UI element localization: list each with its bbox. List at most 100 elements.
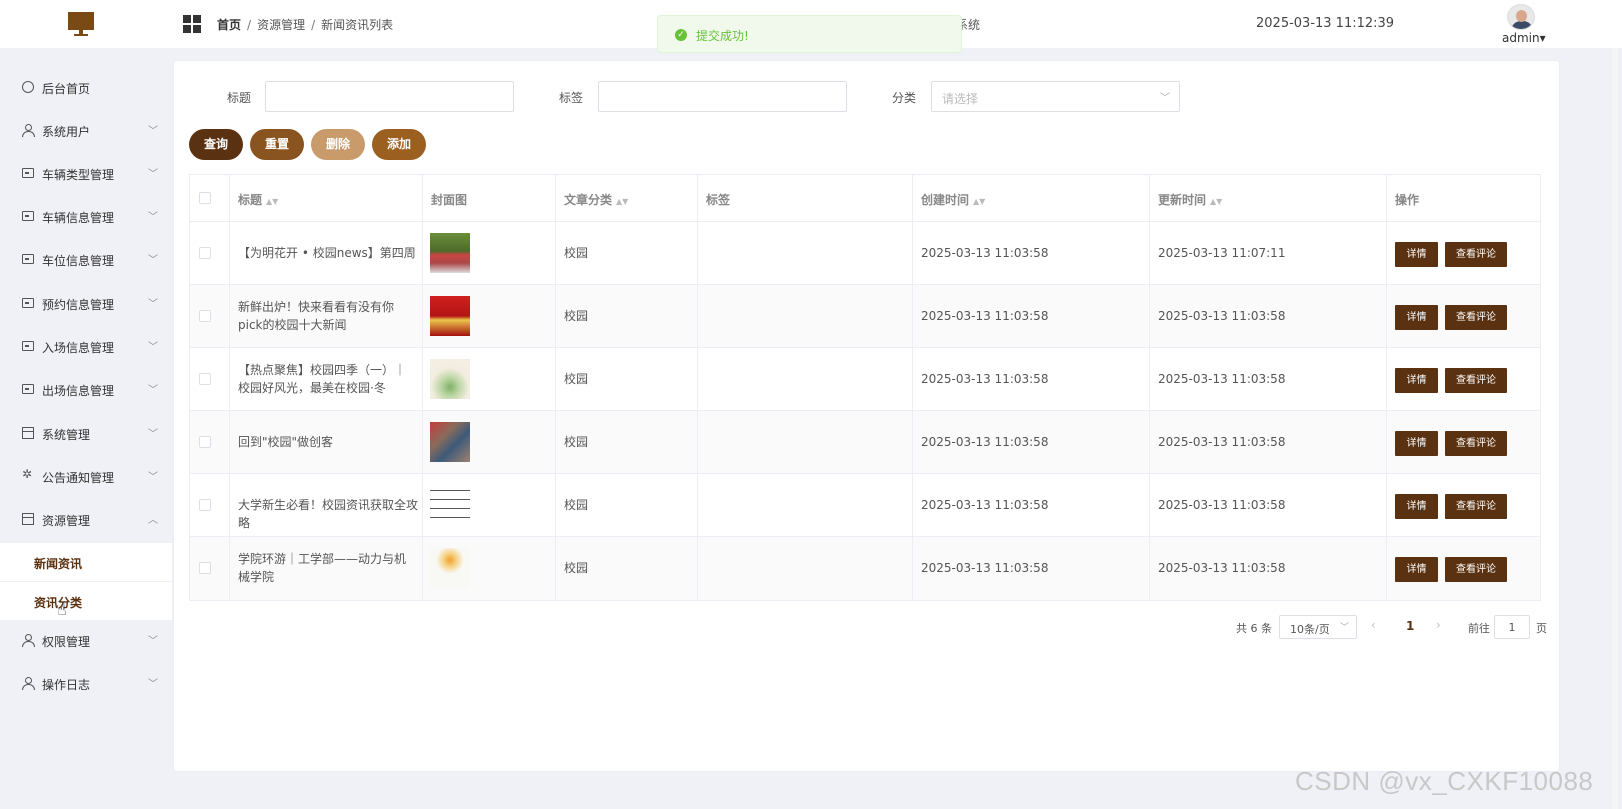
row-category: 校园 <box>564 435 589 449</box>
row-updated: 2025-03-13 11:03:58 <box>1158 435 1286 449</box>
row-checkbox[interactable] <box>199 562 211 574</box>
delete-button[interactable]: 删除 <box>311 129 365 160</box>
row-checkbox[interactable] <box>199 499 211 511</box>
sidebar-item-system-users[interactable]: 系统用户 ﹀ <box>0 109 172 153</box>
sidebar-subitem-news-category[interactable]: 资讯分类 <box>0 582 172 620</box>
col-category[interactable]: 文章分类 ▲▼ <box>564 191 628 208</box>
view-comments-button[interactable]: 查看评论 <box>1445 242 1507 267</box>
sidebar-subitem-news[interactable]: 新闻资讯 <box>0 543 172 581</box>
chevron-down-icon: ﹀ <box>148 679 158 690</box>
sidebar-item-resources[interactable]: 资源管理 ︿ <box>0 498 172 542</box>
sidebar-item-entry[interactable]: 入场信息管理 ﹀ <box>0 325 172 369</box>
sidebar-item-label: 后台首页 <box>42 82 91 96</box>
next-page-icon[interactable]: › <box>1436 618 1441 632</box>
row-created: 2025-03-13 11:03:58 <box>921 309 1049 323</box>
sort-icon: ▲▼ <box>1210 197 1223 206</box>
sidebar-item-permissions[interactable]: 权限管理 ﹀ <box>0 619 172 663</box>
sidebar: 后台首页 系统用户 ﹀ 车辆类型管理 ﹀ 车辆信息管理 ﹀ 车位信息管理 ﹀ 预… <box>0 48 172 809</box>
category-select-placeholder: 请选择 <box>942 92 979 106</box>
add-button[interactable]: 添加 <box>372 129 426 160</box>
sidebar-item-label: 车位信息管理 <box>42 254 115 268</box>
detail-button[interactable]: 详情 <box>1395 431 1438 456</box>
page-suffix: 页 <box>1536 622 1547 635</box>
card-icon <box>22 168 34 178</box>
chevron-down-icon: ﹀ <box>148 472 158 483</box>
page-size-select[interactable]: 10条/页 ﹀ <box>1279 615 1357 639</box>
row-updated: 2025-03-13 11:03:58 <box>1158 561 1286 575</box>
tag-filter-input[interactable] <box>598 81 847 112</box>
chevron-down-icon: ﹀ <box>148 385 158 396</box>
row-checkbox[interactable] <box>199 436 211 448</box>
sidebar-item-vehicle-info[interactable]: 车辆信息管理 ﹀ <box>0 195 172 239</box>
detail-button[interactable]: 详情 <box>1395 368 1438 393</box>
sidebar-item-exit[interactable]: 出场信息管理 ﹀ <box>0 368 172 412</box>
view-comments-button[interactable]: 查看评论 <box>1445 494 1507 519</box>
select-all-checkbox[interactable] <box>199 192 211 204</box>
row-title: 学院环游｜工学部——动力与机械学院 <box>238 552 407 584</box>
col-title[interactable]: 标题 ▲▼ <box>238 191 278 208</box>
check-circle-icon: ✓ <box>675 29 687 41</box>
row-checkbox[interactable] <box>199 247 211 259</box>
table-row: 新鲜出炉！快来看看有没有你pick的校园十大新闻 校园 2025-03-13 1… <box>190 285 1540 348</box>
cover-image <box>430 485 470 525</box>
view-comments-button[interactable]: 查看评论 <box>1445 305 1507 330</box>
sidebar-item-label: 公告通知管理 <box>42 471 115 485</box>
detail-button[interactable]: 详情 <box>1395 242 1438 267</box>
title-filter-input[interactable] <box>265 81 514 112</box>
chevron-down-icon: ﹀ <box>148 636 158 647</box>
page-scrollbar[interactable] <box>1612 48 1618 809</box>
tag-filter-label: 标签 <box>559 91 584 105</box>
row-checkbox[interactable] <box>199 373 211 385</box>
view-comments-button[interactable]: 查看评论 <box>1445 431 1507 456</box>
cover-image <box>430 296 470 336</box>
row-created: 2025-03-13 11:03:58 <box>921 246 1049 260</box>
chevron-down-icon: ﹀ <box>1339 623 1349 633</box>
prev-page-icon[interactable]: ‹ <box>1371 618 1376 632</box>
category-select[interactable]: 请选择 ﹀ <box>931 81 1180 112</box>
col-created[interactable]: 创建时间 ▲▼ <box>921 191 985 208</box>
page-number-current[interactable]: 1 <box>1406 619 1414 633</box>
sidebar-item-parking-space[interactable]: 车位信息管理 ﹀ <box>0 238 172 282</box>
total-count: 共 6 条 <box>1236 622 1272 635</box>
sidebar-item-operation-log[interactable]: 操作日志 ﹀ <box>0 662 172 706</box>
gift-icon <box>22 427 34 439</box>
sidebar-item-vehicle-type[interactable]: 车辆类型管理 ﹀ <box>0 152 172 196</box>
sidebar-item-announcements[interactable]: ✲ 公告通知管理 ﹀ <box>0 455 172 499</box>
chevron-down-icon: ﹀ <box>148 299 158 310</box>
menu-grid-icon[interactable] <box>183 15 201 33</box>
row-title: 【为明花开 • 校园news】第四周 <box>238 246 416 260</box>
sidebar-item-system-management[interactable]: 系统管理 ﹀ <box>0 412 172 456</box>
username: admin <box>1502 31 1540 45</box>
card-icon <box>22 341 34 351</box>
goto-label: 前往 <box>1468 622 1490 635</box>
col-actions: 操作 <box>1395 193 1420 207</box>
user-dropdown[interactable]: admin▾ <box>1502 31 1546 45</box>
row-created: 2025-03-13 11:03:58 <box>921 498 1049 512</box>
detail-button[interactable]: 详情 <box>1395 494 1438 519</box>
row-checkbox[interactable] <box>199 310 211 322</box>
card-icon <box>22 211 34 221</box>
sidebar-item-dashboard[interactable]: 后台首页 <box>0 66 172 110</box>
row-title: 新鲜出炉！快来看看有没有你pick的校园十大新闻 <box>238 300 395 332</box>
row-category: 校园 <box>564 372 589 386</box>
chevron-down-icon: ﹀ <box>148 126 158 137</box>
avatar[interactable] <box>1507 4 1535 30</box>
col-updated[interactable]: 更新时间 ▲▼ <box>1158 191 1222 208</box>
breadcrumb-resource[interactable]: 资源管理 <box>257 18 305 32</box>
pagination: 共 6 条 10条/页 ﹀ ‹ 1 › 前往 页 <box>174 615 1561 639</box>
goto-page-input[interactable] <box>1494 615 1530 639</box>
view-comments-button[interactable]: 查看评论 <box>1445 557 1507 582</box>
breadcrumb-home[interactable]: 首页 <box>217 18 241 32</box>
breadcrumb: 首页 / 资源管理 / 新闻资讯列表 <box>217 18 394 32</box>
sidebar-item-reservation[interactable]: 预约信息管理 ﹀ <box>0 282 172 326</box>
chevron-down-icon: ﹀ <box>148 212 158 223</box>
cover-image <box>430 359 470 399</box>
gift-icon <box>22 513 34 525</box>
reset-button[interactable]: 重置 <box>250 129 304 160</box>
detail-button[interactable]: 详情 <box>1395 305 1438 330</box>
row-category: 校园 <box>564 309 589 323</box>
detail-button[interactable]: 详情 <box>1395 557 1438 582</box>
view-comments-button[interactable]: 查看评论 <box>1445 368 1507 393</box>
row-category: 校园 <box>564 246 589 260</box>
query-button[interactable]: 查询 <box>189 129 243 160</box>
